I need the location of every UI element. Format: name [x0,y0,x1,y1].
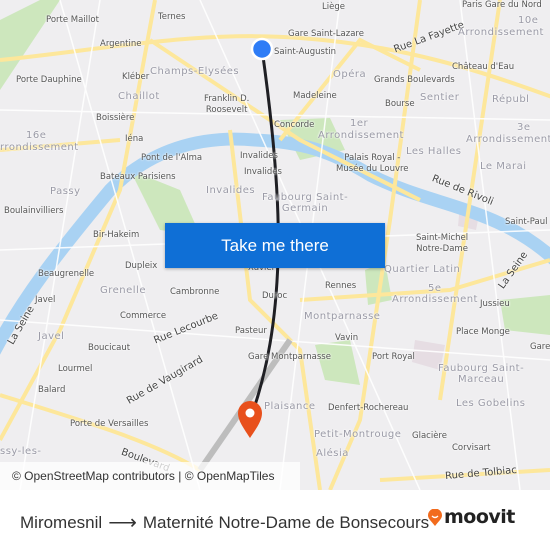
map-label: Franklin D. Roosevelt [204,94,250,115]
map-label: Liège [322,2,345,12]
map-label: Grands Boulevards [374,75,455,85]
map-label: Arrondissement [392,294,478,305]
map-label: Faubourg Saint- Marceau [438,363,525,385]
map-label: Champs-Elysées [150,66,240,77]
map-label: Porte de Versailles [70,419,149,429]
map-label: Gare Saint-Lazare [288,29,364,39]
map-label: Bir-Hakeim [93,230,140,240]
map-label: Gare [530,342,550,352]
destination-pin-icon [238,401,262,438]
origin-marker [250,37,274,61]
map-label: Concorde [274,120,315,130]
map-label: Invalides [240,151,278,161]
take-me-there-button[interactable]: Take me there [165,223,385,268]
map-label: Argentine [100,39,142,49]
map-label: Corvisart [452,443,491,453]
map-label: Dupleix [125,261,158,271]
map-label: Boucicaut [88,343,131,353]
map-label: Sentier [420,92,460,103]
map-label: Kléber [122,72,150,82]
moovit-logo[interactable]: moovit [428,506,515,528]
map-label: Les Halles [406,146,462,157]
map-label: Porte Dauphine [16,75,82,85]
map-label: Javel [38,331,65,342]
map[interactable]: Porte Maillot Ternes Liège Gare Saint-Lazar… [0,0,550,490]
map-label: Cambronne [170,287,220,297]
map-label: Faubourg Saint- Germain [262,192,349,214]
map-label: Saint-Augustin [274,47,337,57]
map-label: Lourmel [58,364,93,374]
map-label: ssy-les- [0,446,42,457]
map-label: Arrondissement [458,27,544,38]
map-label: Bateaux Parisiens [100,172,176,182]
map-label: Quartier Latin [384,264,461,275]
map-label: Chaillot [118,91,160,102]
map-label: Arrondissement [466,134,550,145]
map-label: Javel [35,295,56,305]
map-label: Arrondissement [318,130,404,141]
arrow-right-icon: ⟶ [108,512,137,534]
map-label: rrondissement [0,142,79,153]
map-label: Glacière [412,431,447,441]
map-label: Pasteur [235,326,267,336]
map-label: Les Gobelins [456,398,526,409]
map-label: Grenelle [100,285,146,296]
map-label: Le Marai [480,161,527,172]
map-label: Républ [492,94,530,105]
map-label: Ternes [158,12,186,22]
origin-name: Miromesnil [20,512,103,532]
map-label: Denfert-Rochereau [328,403,409,413]
map-label: Boulainvilliers [4,206,64,216]
map-label: Boissière [96,113,135,123]
map-attribution[interactable]: © OpenStreetMap contributors | © OpenMap… [0,462,300,490]
map-label: Château d'Eau [452,62,515,72]
map-label: Rennes [325,281,357,291]
map-label: Jussieu [480,299,510,309]
map-label: Passy [50,186,81,197]
map-label: Vavin [335,333,359,343]
map-label: 1er [350,118,369,129]
map-label: Invalides [206,185,256,196]
map-label: 5e [428,283,442,294]
map-label: Saint-Paul [505,217,548,227]
map-label: Port Royal [372,352,415,362]
map-label: Alésia [316,448,349,459]
map-label: Place Monge [456,327,510,337]
map-label: Plaisance [264,401,316,412]
map-label: Montparnasse [304,311,381,322]
map-label: Pont de l'Alma [141,153,203,163]
map-label: Saint-Michel Notre-Dame [416,233,469,254]
map-label: 3e [517,122,531,133]
map-label: Balard [38,385,66,395]
map-label: Porte Maillot [46,15,99,25]
map-label: Paris Gare du Nord [462,0,542,10]
map-label: Palais Royal - Musée du Louvre [336,153,409,174]
map-label: Beaugrenelle [38,269,95,279]
destination-name: Maternité Notre-Dame de Bonsecours [142,512,430,532]
map-label: Bourse [385,99,415,109]
map-label: Gare Montparnasse [248,352,331,362]
map-label: Iéna [125,134,144,144]
map-label: Opéra [333,69,367,80]
map-label: Invalides [244,167,282,177]
map-label: Madeleine [293,91,337,101]
footer: Miromesnil ⟶ Maternité Notre-Dame de Bon… [0,490,550,550]
map-label: Duroc [262,291,288,301]
trip-title: Miromesnil ⟶ Maternité Notre-Dame de Bon… [20,510,429,535]
map-label: Petit-Montrouge [314,429,402,440]
map-label: 16e [26,130,47,141]
map-label: Commerce [120,311,167,321]
map-label: 10e [518,15,539,26]
moovit-pin-icon [428,508,442,526]
